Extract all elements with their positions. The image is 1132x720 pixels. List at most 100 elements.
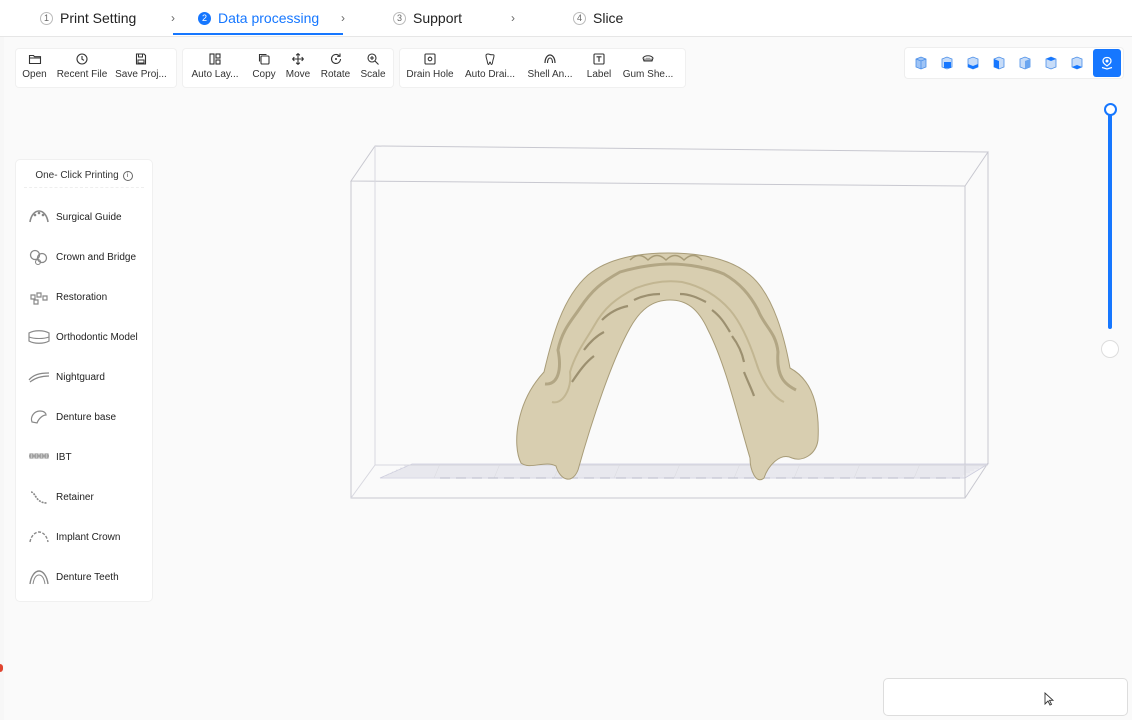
restoration-icon	[26, 286, 52, 308]
step-print-setting[interactable]: 1 Print Setting	[40, 0, 136, 36]
save-project-label: Save Proj...	[115, 69, 167, 80]
slider-reset-icon[interactable]	[1101, 340, 1119, 358]
toolbar-modify-group: Drain Hole Auto Drai... Shell An... Labe…	[400, 49, 685, 87]
label-button[interactable]: Label	[580, 49, 618, 87]
preset-label: Denture base	[56, 411, 117, 423]
view-top-icon[interactable]	[1038, 50, 1064, 76]
layout-icon	[208, 52, 222, 66]
3d-viewport[interactable]	[340, 140, 1000, 510]
shell-icon	[543, 52, 557, 66]
move-button[interactable]: Move	[281, 49, 315, 87]
auto-layout-label: Auto Lay...	[191, 69, 239, 80]
save-icon	[134, 52, 148, 66]
preset-label: Restoration	[56, 291, 108, 303]
open-button[interactable]: Open	[16, 49, 53, 87]
layer-slider-handle[interactable]	[1104, 103, 1117, 116]
auto-layout-button[interactable]: Auto Lay...	[183, 49, 247, 87]
scale-label: Scale	[360, 69, 386, 80]
step-number: 3	[393, 11, 406, 25]
preset-label: IBT	[56, 451, 72, 463]
preset-orthodontic-model[interactable]: Orthodontic Model	[26, 323, 150, 351]
folder-icon	[28, 52, 42, 66]
rotate-label: Rotate	[320, 69, 351, 80]
preset-implant-crown[interactable]: Implant Crown	[26, 523, 150, 551]
build-volume-box	[350, 145, 989, 499]
drain-hole-label: Drain Hole	[406, 69, 454, 80]
drain-hole-icon	[423, 52, 437, 66]
dental-model[interactable]	[516, 252, 819, 481]
rotate-button[interactable]: Rotate	[315, 49, 356, 87]
view-bottom-icon[interactable]	[1064, 50, 1090, 76]
nightguard-icon	[26, 366, 52, 388]
copy-label: Copy	[252, 69, 276, 80]
surgical-guide-icon	[26, 206, 52, 228]
preset-label: Retainer	[56, 491, 94, 503]
step-number: 1	[40, 11, 53, 25]
preset-label: Nightguard	[56, 371, 105, 383]
preset-surgical-guide[interactable]: Surgical Guide	[26, 203, 150, 231]
preset-denture-teeth[interactable]: Denture Teeth	[26, 563, 150, 591]
view-right-icon[interactable]	[1012, 50, 1038, 76]
rotate-icon	[329, 52, 343, 66]
recent-file-button[interactable]: Recent File	[53, 49, 111, 87]
copy-icon	[257, 52, 271, 66]
status-box	[883, 678, 1128, 716]
chevron-right-icon: ›	[171, 11, 175, 25]
toolbar-file-group: Open Recent File Save Proj...	[16, 49, 176, 87]
chevron-right-icon: ›	[511, 11, 515, 25]
crown-bridge-icon	[26, 246, 52, 268]
active-step-indicator	[173, 33, 343, 35]
shell-analysis-button[interactable]: Shell An...	[520, 49, 580, 87]
layer-slider-track[interactable]	[1108, 110, 1112, 329]
step-support[interactable]: 3 Support	[393, 0, 462, 36]
copy-button[interactable]: Copy	[247, 49, 281, 87]
step-number: 4	[573, 11, 586, 25]
toolbar-transform-group: Auto Lay... Copy Move Rotate Scale	[183, 49, 393, 87]
step-label: Slice	[593, 10, 624, 26]
view-model-icon[interactable]	[1093, 49, 1121, 77]
preset-label: Implant Crown	[56, 531, 121, 543]
step-data-processing[interactable]: 2 Data processing	[198, 0, 319, 36]
view-iso-icon[interactable]	[908, 50, 934, 76]
view-back-icon[interactable]	[960, 50, 986, 76]
clock-icon	[75, 52, 89, 66]
move-icon	[291, 52, 305, 66]
view-left-icon[interactable]	[986, 50, 1012, 76]
tooth-icon	[483, 52, 497, 66]
preset-retainer[interactable]: Retainer	[26, 483, 150, 511]
chevron-right-icon: ›	[341, 11, 345, 25]
orthodontic-model-icon	[26, 326, 52, 348]
scale-button[interactable]: Scale	[356, 49, 390, 87]
gum-icon	[641, 52, 655, 66]
drain-hole-button[interactable]: Drain Hole	[400, 49, 460, 87]
save-project-button[interactable]: Save Proj...	[111, 49, 171, 87]
preset-denture-base[interactable]: Denture base	[26, 403, 150, 431]
preset-nightguard[interactable]: Nightguard	[26, 363, 150, 391]
panel-title-text: One- Click Printing	[35, 170, 119, 181]
ibt-icon	[26, 446, 52, 468]
open-label: Open	[22, 69, 47, 80]
workflow-stepper: 1 Print Setting › 2 Data processing › 3 …	[0, 0, 1132, 37]
info-icon[interactable]: i	[122, 170, 133, 181]
auto-drain-button[interactable]: Auto Drai...	[460, 49, 520, 87]
denture-teeth-icon	[26, 566, 52, 588]
zoom-icon	[366, 52, 380, 66]
preset-label: Denture Teeth	[56, 571, 119, 583]
build-volume-scene	[350, 145, 990, 499]
recent-file-label: Recent File	[56, 69, 108, 80]
panel-title: One- Click Printing i	[24, 170, 144, 188]
gum-shell-button[interactable]: Gum She...	[618, 49, 678, 87]
preset-ibt[interactable]: IBT	[26, 443, 150, 471]
implant-crown-icon	[26, 526, 52, 548]
step-slice[interactable]: 4 Slice	[573, 0, 623, 36]
view-controls	[905, 48, 1123, 78]
step-number: 2	[198, 11, 211, 25]
retainer-icon	[26, 486, 52, 508]
preset-restoration[interactable]: Restoration	[26, 283, 150, 311]
edge-indicator	[0, 664, 3, 672]
auto-drain-label: Auto Drai...	[464, 69, 516, 80]
text-icon	[592, 52, 606, 66]
shell-analysis-label: Shell An...	[527, 69, 573, 80]
view-front-icon[interactable]	[934, 50, 960, 76]
preset-crown-and-bridge[interactable]: Crown and Bridge	[26, 243, 150, 271]
